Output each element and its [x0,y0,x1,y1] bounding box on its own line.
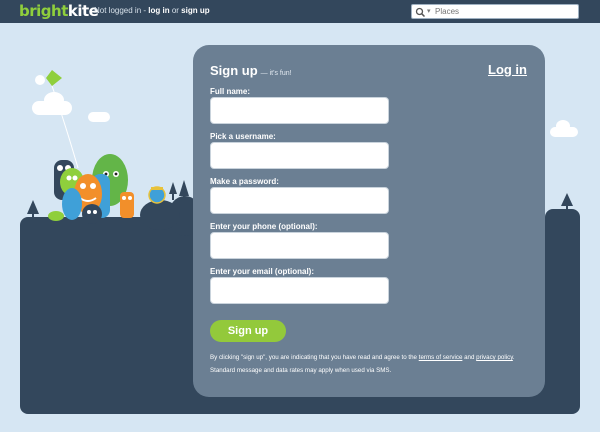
legal-notice: By clicking "sign up", you are indicatin… [210,354,515,361]
full-name-label: Full name: [210,87,251,96]
logo-part-1: bright [19,2,68,20]
top-bar: brightkite Not logged in - log in or sig… [0,0,600,23]
phone-field[interactable] [210,232,389,259]
legal-suffix: . [512,354,515,361]
legal-prefix: By clicking "sign up", you are indicatin… [210,354,419,361]
cloud-illustration [556,120,570,132]
places-search[interactable]: ▾ [411,4,579,19]
username-field[interactable] [210,142,389,169]
hill-illustration [140,200,180,230]
session-status-text: Not logged in - [94,6,149,15]
sms-note: Standard message and data rates may appl… [210,367,392,374]
signup-panel: Sign up — it's fun! Log in Full name: Pic… [193,45,545,397]
fishbowl-illustration [148,186,166,204]
brightkite-logo[interactable]: brightkite [19,2,99,20]
search-input[interactable] [435,5,575,18]
phone-label: Enter your phone (optional): [210,222,318,231]
email-field[interactable] [210,277,389,304]
privacy-policy-link[interactable]: privacy policy [476,354,513,361]
login-link-top[interactable]: log in [148,6,169,15]
username-label: Pick a username: [210,132,276,141]
tree-illustration [561,193,573,211]
full-name-field[interactable] [210,97,389,124]
chevron-down-icon[interactable]: ▾ [427,7,431,15]
signup-subtitle: — it's fun! [260,70,292,77]
signup-button[interactable]: Sign up [210,320,286,342]
mascot-characters-illustration [48,154,134,224]
tree-illustration [27,200,39,220]
email-label: Enter your email (optional): [210,267,315,276]
session-or-text: or [169,6,182,15]
password-field[interactable] [210,187,389,214]
ground-illustration [545,209,580,239]
login-link[interactable]: Log in [488,62,527,77]
tree-illustration [169,180,189,202]
signup-title-text: Sign up [210,63,258,78]
session-status: Not logged in - log in or sign up [94,6,210,15]
search-icon[interactable] [415,7,427,17]
signup-link-top[interactable]: sign up [181,6,209,15]
password-label: Make a password: [210,177,279,186]
legal-and: and [462,354,477,361]
terms-of-service-link[interactable]: terms of service [419,354,463,361]
signup-title: Sign up — it's fun! [210,63,292,78]
